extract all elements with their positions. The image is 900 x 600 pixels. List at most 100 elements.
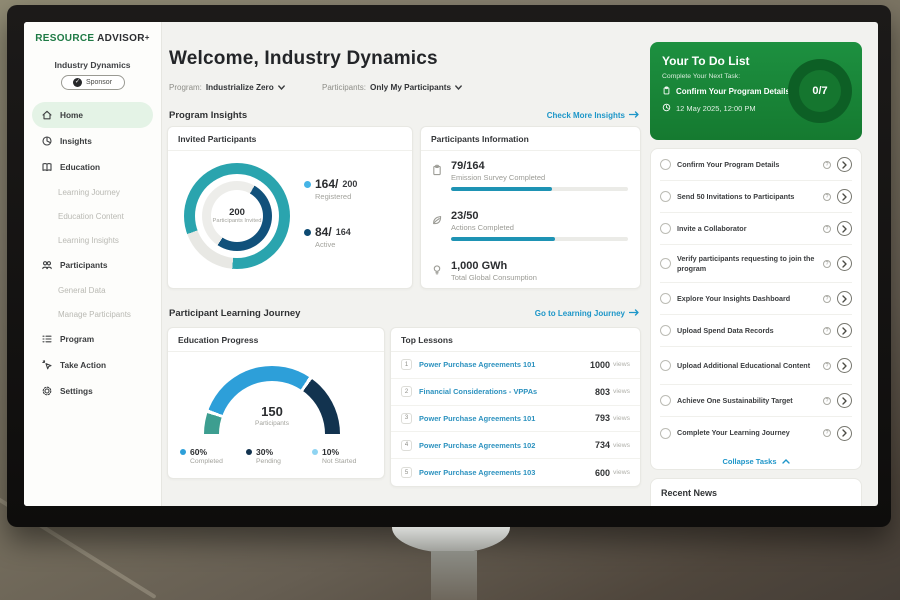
check-more-insights-link[interactable]: Check More Insights [547,111,639,120]
task-checkbox[interactable] [660,159,671,170]
task-row: Upload Spend Data Records ? [660,315,852,347]
sidebar-item-participants[interactable]: Participants [24,252,161,278]
task-open-button[interactable] [837,426,852,441]
task-row: Confirm Your Program Details ? [660,149,852,181]
lesson-row: 2 Financial Considerations - VPPAs 803 v… [391,379,640,406]
lesson-link[interactable]: Power Purchase Agreements 103 [419,468,595,477]
info-icon[interactable]: ? [823,225,831,233]
info-label: Emission Survey Completed [451,173,640,182]
info-icon[interactable]: ? [823,327,831,335]
main-content: Welcome, Industry Dynamics Program: Indu… [167,22,641,506]
card-title: Invited Participants [168,127,412,151]
participants-value: Only My Participants [370,83,451,92]
task-label: Send 50 Invitations to Participants [677,192,817,201]
task-open-button[interactable] [837,189,852,204]
sidebar-item-insights[interactable]: Insights [24,128,161,154]
task-checkbox[interactable] [660,223,671,234]
sidebar-item-label: Insights [60,136,92,146]
task-label: Complete Your Learning Journey [677,428,817,437]
info-label: Total Global Consumption [451,273,640,282]
sidebar-item-general-data[interactable]: General Data [24,278,161,302]
views-count: 600 [595,468,610,478]
action-icon [41,359,53,371]
lesson-row: 1 Power Purchase Agreements 101 1000 vie… [391,352,640,379]
sidebar-item-education-content[interactable]: Education Content [24,204,161,228]
todo-datetime: 12 May 2025, 12:00 PM [662,103,756,114]
task-checkbox[interactable] [660,395,671,406]
sidebar-item-program[interactable]: Program [24,326,161,352]
task-checkbox[interactable] [660,428,671,439]
go-to-learning-journey-link[interactable]: Go to Learning Journey [535,309,639,318]
chevron-down-icon [278,83,285,92]
info-icon[interactable]: ? [823,362,831,370]
sidebar-item-learning-journey[interactable]: Learning Journey [24,180,161,204]
views-label: views [613,469,630,476]
task-row: Invite a Collaborator ? [660,213,852,245]
info-row-consumption: 1,000 GWh Total Global Consumption [421,260,640,282]
info-icon[interactable]: ? [823,161,831,169]
info-icon[interactable]: ? [823,193,831,201]
lesson-link[interactable]: Power Purchase Agreements 102 [419,441,595,450]
task-row: Upload Additional Educational Content ? [660,347,852,385]
info-row-survey: 79/164 Emission Survey Completed [421,160,640,191]
info-icon[interactable]: ? [823,260,831,268]
sidebar-item-manage-participants[interactable]: Manage Participants [24,302,161,326]
task-checkbox[interactable] [660,293,671,304]
sidebar-item-label: Manage Participants [58,310,131,319]
sidebar-nav: Home Insights Education Learning Journey… [24,102,161,404]
legend-label: Active [315,240,351,249]
task-open-button[interactable] [837,358,852,373]
todo-next-task: Confirm Your Program Details [662,86,790,97]
task-open-button[interactable] [837,157,852,172]
lightbulb-icon [431,264,443,276]
lesson-link[interactable]: Financial Considerations - VPPAs [419,387,595,396]
legend-not-started: 10% Not Started [312,447,378,465]
info-icon[interactable]: ? [823,429,831,437]
learning-journey-header: Participant Learning Journey Go to Learn… [169,308,639,320]
sidebar-item-home[interactable]: Home [32,102,153,128]
sponsor-label: Sponsor [86,79,112,86]
views-label: views [613,361,630,368]
collapse-tasks-link[interactable]: Collapse Tasks [660,449,852,470]
task-checkbox[interactable] [660,258,671,269]
task-open-button[interactable] [837,393,852,408]
legend-dot [304,229,311,236]
sidebar-item-settings[interactable]: Settings [24,378,161,404]
todo-header-card: Your To Do List Complete Your Next Task:… [650,42,862,140]
task-label: Verify participants requesting to join t… [677,254,817,273]
info-icon[interactable]: ? [823,397,831,405]
sidebar-item-label: Learning Journey [58,188,120,197]
sidebar-item-label: Settings [60,386,93,396]
views-count: 803 [595,387,610,397]
task-label: Invite a Collaborator [677,224,817,233]
info-icon[interactable]: ? [823,295,831,303]
task-open-button[interactable] [837,291,852,306]
task-open-button[interactable] [837,256,852,271]
legend-dot [246,449,252,455]
recent-news-title: Recent News [651,479,861,506]
task-open-button[interactable] [837,323,852,338]
legend-registered: 164/200 Registered [304,177,357,201]
program-value: Industrialize Zero [206,83,274,92]
participants-dropdown[interactable]: Participants: Only My Participants [322,83,462,92]
arrow-right-icon [629,111,639,120]
program-dropdown[interactable]: Program: Industrialize Zero [169,83,285,92]
app-logo: RESOURCE ADVISOR+ [24,22,161,52]
sidebar-item-take-action[interactable]: Take Action [24,352,161,378]
task-open-button[interactable] [837,221,852,236]
views-count: 734 [595,440,610,450]
sidebar-item-label: Participants [60,260,108,270]
sidebar-item-learning-insights[interactable]: Learning Insights [24,228,161,252]
lesson-link[interactable]: Power Purchase Agreements 101 [419,360,590,369]
sidebar-item-label: Education Content [58,212,124,221]
lesson-link[interactable]: Power Purchase Agreements 101 [419,414,595,423]
recent-news-card: Recent News [650,478,862,506]
card-title: Participants Information [421,127,640,151]
task-label: Confirm Your Program Details [677,160,817,169]
task-checkbox[interactable] [660,191,671,202]
task-checkbox[interactable] [660,360,671,371]
gear-icon [41,385,53,397]
task-checkbox[interactable] [660,325,671,336]
sidebar-item-education[interactable]: Education [24,154,161,180]
top-lessons-card: Top Lessons 1 Power Purchase Agreements … [390,327,641,487]
